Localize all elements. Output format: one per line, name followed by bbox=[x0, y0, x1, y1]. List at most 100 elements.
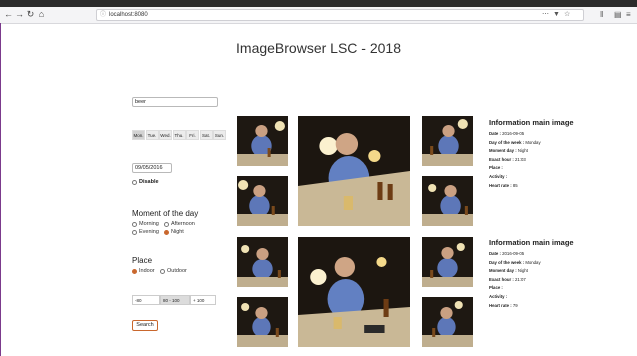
thumbnail-image[interactable] bbox=[422, 116, 473, 166]
moment-label-morning: Morning bbox=[139, 221, 159, 227]
day-thu[interactable]: Thu. bbox=[172, 130, 186, 140]
disable-checkbox[interactable] bbox=[132, 179, 137, 185]
info-label: Place : bbox=[489, 165, 503, 171]
info-row-activity: Activity : bbox=[489, 293, 629, 302]
place-option-indoor[interactable]: Indoor bbox=[132, 268, 155, 274]
info-row-hour: Exact hour : 21:07 bbox=[489, 276, 629, 285]
info-row-date: Date : 2016-09-05 bbox=[489, 130, 629, 139]
moment-option-night[interactable]: Night bbox=[164, 229, 184, 235]
main-image[interactable] bbox=[298, 116, 410, 226]
heart-rate-slider[interactable]: -80 80 - 100 + 100 bbox=[132, 295, 216, 305]
heart-rate-low[interactable]: -80 bbox=[132, 295, 160, 305]
info-label: Date : bbox=[489, 131, 501, 136]
info-row-day: Day of the week : Monday bbox=[489, 259, 629, 268]
info-row-heart-rate: Heart rate : 85 bbox=[489, 182, 629, 191]
day-tue[interactable]: Tue. bbox=[145, 130, 159, 140]
radio-morning[interactable] bbox=[132, 221, 137, 227]
moment-option-afternoon[interactable]: Afternoon bbox=[164, 221, 195, 227]
info-panel: Information main image Date : 2016-09-05… bbox=[489, 118, 629, 190]
thumbnail-image[interactable] bbox=[237, 297, 288, 347]
disable-label: Disable bbox=[139, 179, 159, 185]
reload-icon[interactable]: ↻ bbox=[25, 9, 36, 20]
info-row-place: Place : bbox=[489, 284, 629, 293]
info-label: Activity : bbox=[489, 293, 508, 299]
radio-evening[interactable] bbox=[132, 229, 137, 235]
info-value: 85 bbox=[512, 182, 518, 188]
bookmark-star-icon[interactable]: ☆ bbox=[564, 10, 570, 20]
radio-outdoor[interactable] bbox=[160, 268, 165, 274]
info-value: 21:07 bbox=[515, 276, 526, 282]
info-row-hour: Exact hour : 21:03 bbox=[489, 156, 629, 165]
date-input[interactable]: 09/05/2016 bbox=[132, 163, 172, 173]
moment-option-evening[interactable]: Evening bbox=[132, 229, 159, 235]
info-value: 21:03 bbox=[515, 156, 526, 162]
search-button[interactable]: Search bbox=[132, 320, 158, 331]
info-value: 2016-09-05 bbox=[502, 131, 525, 136]
address-bar[interactable]: ⓘ localhost:8080 ⋯ ▼ ☆ bbox=[96, 9, 584, 21]
info-label: Heart rate : bbox=[489, 302, 512, 308]
search-input[interactable]: beer bbox=[132, 97, 218, 107]
site-info-icon[interactable]: ⓘ bbox=[100, 10, 106, 20]
radio-afternoon[interactable] bbox=[164, 221, 169, 227]
info-panel-title: Information main image bbox=[489, 238, 574, 247]
day-wed[interactable]: Wed. bbox=[159, 130, 172, 140]
place-option-outdoor[interactable]: Outdoor bbox=[160, 268, 187, 274]
day-fri[interactable]: Fri. bbox=[186, 130, 199, 140]
place-title: Place bbox=[132, 256, 153, 265]
info-value: 79 bbox=[512, 302, 518, 308]
thumbnail-image[interactable] bbox=[422, 237, 473, 287]
info-value: 2016-09-05 bbox=[502, 251, 525, 256]
info-label: Moment day : bbox=[489, 148, 517, 154]
thumbnail-image[interactable] bbox=[237, 116, 288, 166]
day-mon[interactable]: Mon. bbox=[132, 130, 145, 140]
sidebar-icon[interactable]: ▤ bbox=[614, 10, 622, 19]
address-bar-url: localhost:8080 bbox=[109, 12, 148, 18]
info-row-day: Day of the week : Monday bbox=[489, 139, 629, 148]
menu-icon[interactable]: ≡ bbox=[626, 10, 631, 19]
info-label: Date : bbox=[489, 251, 501, 256]
place-label-indoor: Indoor bbox=[139, 268, 155, 274]
info-label: Exact hour : bbox=[489, 156, 514, 162]
disable-date-toggle[interactable]: Disable bbox=[132, 179, 159, 185]
heart-rate-mid[interactable]: 80 - 100 bbox=[160, 295, 190, 305]
window-titlebar bbox=[0, 0, 637, 7]
info-value: Night bbox=[517, 148, 528, 154]
info-row-date: Date : 2016-09-05 bbox=[489, 250, 629, 259]
moment-of-day-title: Moment of the day bbox=[132, 209, 199, 218]
info-label: Moment day : bbox=[489, 268, 517, 274]
window-border bbox=[0, 23, 1, 356]
info-label: Exact hour : bbox=[489, 276, 514, 282]
browser-toolbar: ← → ↻ ⌂ ⓘ localhost:8080 ⋯ ▼ ☆ ‖ ▤ ≡ bbox=[0, 7, 637, 24]
info-value: Monday bbox=[525, 259, 541, 265]
main-image[interactable] bbox=[298, 237, 410, 347]
moment-label-evening: Evening bbox=[139, 229, 159, 235]
info-row-place: Place : bbox=[489, 164, 629, 173]
home-icon[interactable]: ⌂ bbox=[36, 9, 47, 20]
info-row-moment: Moment day : Night bbox=[489, 267, 629, 276]
info-row-activity: Activity : bbox=[489, 173, 629, 182]
info-row-heart-rate: Heart rate : 79 bbox=[489, 302, 629, 311]
info-panel: Information main image Date : 2016-09-05… bbox=[489, 238, 629, 310]
day-sun[interactable]: Sun. bbox=[213, 130, 226, 140]
pocket-icon[interactable]: ▼ bbox=[553, 10, 560, 20]
info-label: Day of the week : bbox=[489, 259, 525, 265]
info-label: Activity : bbox=[489, 173, 508, 179]
page-title: ImageBrowser LSC - 2018 bbox=[236, 40, 401, 56]
moment-label-afternoon: Afternoon bbox=[171, 221, 195, 227]
info-label: Heart rate : bbox=[489, 182, 512, 188]
radio-night[interactable] bbox=[164, 229, 169, 235]
forward-icon[interactable]: → bbox=[14, 9, 25, 20]
thumbnail-image[interactable] bbox=[237, 176, 288, 226]
back-icon[interactable]: ← bbox=[3, 9, 14, 20]
info-label: Day of the week : bbox=[489, 139, 525, 145]
day-sat[interactable]: Sat. bbox=[199, 130, 213, 140]
info-value: Monday bbox=[525, 139, 541, 145]
thumbnail-image[interactable] bbox=[422, 297, 473, 347]
page-actions-icon[interactable]: ⋯ bbox=[542, 10, 549, 20]
moment-option-morning[interactable]: Morning bbox=[132, 221, 159, 227]
thumbnail-image[interactable] bbox=[237, 237, 288, 287]
library-icon[interactable]: ‖ bbox=[600, 10, 603, 19]
radio-indoor[interactable] bbox=[132, 268, 137, 274]
heart-rate-high[interactable]: + 100 bbox=[190, 295, 216, 305]
thumbnail-image[interactable] bbox=[422, 176, 473, 226]
